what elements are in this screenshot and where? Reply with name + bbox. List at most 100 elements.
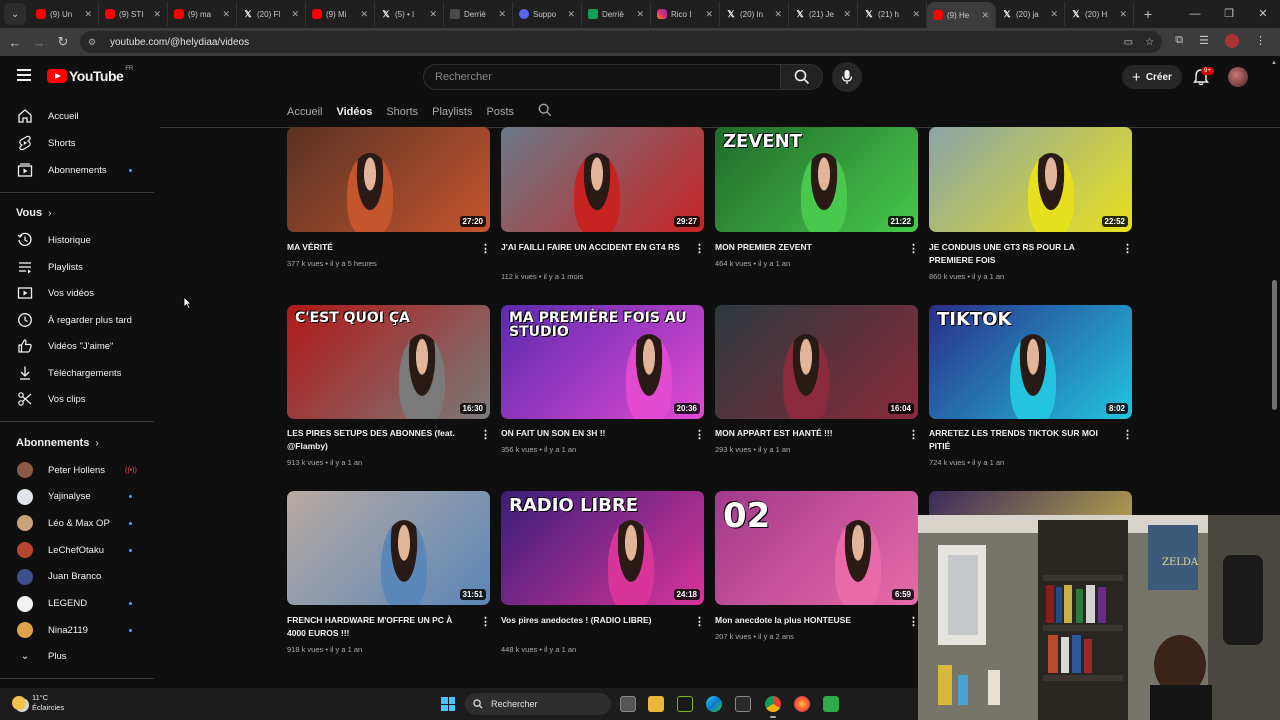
browser-tab[interactable]: 𝕏 (20) Fl ✕ — [237, 2, 306, 26]
video-thumbnail[interactable]: 31:51 — [287, 491, 490, 605]
sidebar-item-watch-later[interactable]: À regarder plus tard — [0, 307, 154, 333]
search-input[interactable]: Rechercher — [423, 64, 781, 90]
video-title[interactable]: ON FAIT UN SON EN 3H !! — [501, 427, 681, 440]
browser-tab[interactable]: 𝕏 (20) ja ✕ — [996, 2, 1065, 26]
browser-tab[interactable]: 𝕏 (21) h ✕ — [858, 2, 927, 26]
tab-playlists[interactable]: Playlists — [432, 98, 472, 126]
video-thumbnail[interactable]: C'EST QUOI ÇA 16:30 — [287, 305, 490, 419]
new-tab-button[interactable]: + — [1138, 6, 1158, 22]
close-tab-icon[interactable]: ✕ — [636, 9, 644, 20]
search-button[interactable] — [781, 64, 823, 90]
browser-tab[interactable]: Suppo ✕ — [513, 2, 582, 26]
account-avatar[interactable] — [1228, 67, 1248, 87]
video-title[interactable]: MA VÉRITÉ — [287, 241, 467, 254]
sidebar-subscription-item[interactable]: Peter Hollens ((•)) — [0, 457, 154, 483]
cast-icon[interactable]: ▭ — [1124, 37, 1133, 48]
browser-tab[interactable]: 𝕏 (20) In ✕ — [720, 2, 789, 26]
more-actions-icon[interactable]: ⋮ — [480, 428, 491, 441]
sidebar-subscription-item[interactable]: Juan Branco — [0, 564, 154, 590]
close-tab-icon[interactable]: ✕ — [1119, 9, 1127, 20]
video-thumbnail[interactable]: 27:20 — [287, 127, 490, 232]
nvidia-icon[interactable] — [677, 696, 693, 712]
you-section-heading[interactable]: Vous › — [16, 207, 51, 219]
sidebar-item-your-videos[interactable]: Vos vidéos — [0, 280, 154, 306]
browser-tab[interactable]: Derriè ✕ — [444, 2, 513, 26]
voice-search-button[interactable] — [832, 62, 862, 92]
chrome-icon[interactable] — [765, 696, 781, 718]
video-title[interactable]: ARRETEZ LES TRENDS TIKTOK SUR MOI PITIÉ — [929, 427, 1109, 453]
video-title[interactable]: JE CONDUIS UNE GT3 RS POUR LA PREMIERE F… — [929, 241, 1109, 267]
scroll-up-arrow[interactable]: ▲ — [1271, 60, 1277, 66]
task-view-icon[interactable] — [620, 696, 636, 712]
browser-menu-icon[interactable]: ⋮ — [1255, 34, 1266, 51]
close-tab-icon[interactable]: ✕ — [912, 9, 920, 20]
sidebar-subscription-item[interactable]: Léo & Max OP — [0, 510, 154, 536]
more-actions-icon[interactable]: ⋮ — [908, 615, 919, 628]
close-tab-icon[interactable]: ✕ — [774, 9, 782, 20]
browser-tab[interactable]: 𝕏 (20) H ✕ — [1065, 2, 1134, 26]
close-tab-icon[interactable]: ✕ — [567, 9, 575, 20]
reading-list-icon[interactable]: ☰ — [1199, 34, 1209, 51]
video-title[interactable]: FRENCH HARDWARE M'OFFRE UN PC À 4000 EUR… — [287, 614, 467, 640]
site-info-icon[interactable]: ⚙ — [88, 37, 100, 47]
browser-tab[interactable]: (9) Mi ✕ — [306, 2, 375, 26]
close-tab-icon[interactable]: ✕ — [360, 9, 368, 20]
store-icon[interactable] — [735, 696, 751, 712]
close-tab-icon[interactable]: ✕ — [429, 9, 437, 20]
video-thumbnail[interactable]: MA PREMIÈRE FOIS AU STUDIO 20:36 — [501, 305, 704, 419]
video-thumbnail[interactable]: 22:52 — [929, 127, 1132, 232]
close-tab-icon[interactable]: ✕ — [498, 9, 506, 20]
tab-search-button[interactable]: ⌄ — [4, 3, 26, 25]
sidebar-item-more[interactable]: ⌄ Plus — [0, 643, 154, 669]
sidebar-item-clips[interactable]: Vos clips — [0, 386, 154, 412]
menu-icon[interactable] — [17, 69, 31, 81]
more-actions-icon[interactable]: ⋮ — [694, 428, 705, 441]
more-actions-icon[interactable]: ⋮ — [908, 428, 919, 441]
sidebar-item-shorts[interactable]: Shorts — [0, 130, 154, 156]
create-button[interactable]: + Créer — [1122, 65, 1182, 89]
close-tab-icon[interactable]: ✕ — [981, 10, 989, 21]
tab-vidéos[interactable]: Vidéos — [336, 98, 372, 126]
close-tab-icon[interactable]: ✕ — [1050, 9, 1058, 20]
tab-posts[interactable]: Posts — [486, 98, 514, 126]
video-thumbnail[interactable]: RADIO LIBRE 24:18 — [501, 491, 704, 605]
close-window-icon[interactable]: ✕ — [1246, 0, 1280, 28]
close-tab-icon[interactable]: ✕ — [222, 9, 230, 20]
sidebar-item-history[interactable]: Historique — [0, 227, 154, 253]
sidebar-item-subscriptions[interactable]: Abonnements — [0, 157, 154, 183]
video-thumbnail[interactable]: 16:04 — [715, 305, 918, 419]
video-thumbnail[interactable]: TIKTOK 8:02 — [929, 305, 1132, 419]
youtube-logo[interactable]: YouTube FR — [47, 66, 133, 84]
more-actions-icon[interactable]: ⋮ — [480, 615, 491, 628]
video-title[interactable]: LES PIRES SETUPS DES ABONNES (feat. @Fla… — [287, 427, 467, 453]
more-actions-icon[interactable]: ⋮ — [480, 242, 491, 255]
bookmark-star-icon[interactable]: ☆ — [1145, 37, 1154, 48]
video-title[interactable]: J'AI FAILLI FAIRE UN ACCIDENT EN GT4 RS — [501, 241, 681, 254]
forward-icon[interactable]: → — [27, 35, 51, 50]
close-tab-icon[interactable]: ✕ — [84, 9, 92, 20]
sidebar-item-home[interactable]: Accueil — [0, 103, 154, 129]
browser-tab[interactable]: Derriè ✕ — [582, 2, 651, 26]
channel-search-icon[interactable] — [538, 103, 552, 122]
sidebar-item-downloads[interactable]: Téléchargements — [0, 360, 154, 386]
video-thumbnail[interactable]: 29:27 — [501, 127, 704, 232]
browser-tab[interactable]: (9) STI ✕ — [99, 2, 168, 26]
more-actions-icon[interactable]: ⋮ — [694, 615, 705, 628]
browser-tab[interactable]: (9) He ✕ — [927, 2, 996, 28]
video-title[interactable]: MON PREMIER ZEVENT — [715, 241, 895, 254]
close-tab-icon[interactable]: ✕ — [153, 9, 161, 20]
profile-icon[interactable] — [1225, 34, 1239, 51]
sidebar-subscription-item[interactable]: LeChefOtaku — [0, 537, 154, 563]
browser-tab[interactable]: (9) Un ✕ — [30, 2, 99, 26]
close-tab-icon[interactable]: ✕ — [843, 9, 851, 20]
file-explorer-icon[interactable] — [648, 696, 664, 712]
edge-icon[interactable] — [706, 696, 722, 712]
sidebar-subscription-item[interactable]: LEGEND — [0, 591, 154, 617]
app-icon[interactable] — [823, 696, 839, 712]
page-scrollbar-thumb[interactable] — [1272, 280, 1277, 410]
weather-widget[interactable]: 11°C Éclaircies — [12, 693, 64, 713]
browser-tab[interactable]: (9) ma ✕ — [168, 2, 237, 26]
more-actions-icon[interactable]: ⋮ — [694, 242, 705, 255]
close-tab-icon[interactable]: ✕ — [705, 9, 713, 20]
firefox-icon[interactable] — [794, 696, 810, 712]
